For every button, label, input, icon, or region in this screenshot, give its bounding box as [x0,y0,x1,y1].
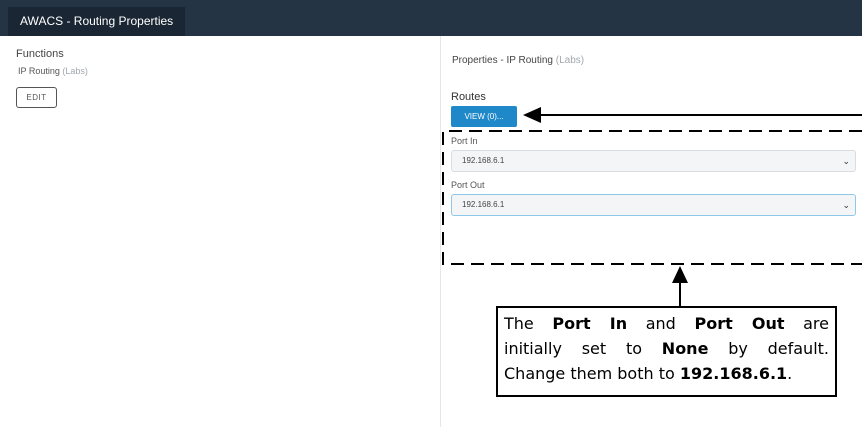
properties-title-tag: (Labs) [555,55,585,66]
port-out-value: 192.168.6.1 [462,200,505,209]
functions-panel: Functions IP Routing (Labs) EDIT [0,36,440,427]
annotation-line-3: Change them both to 192.168.6.1. [504,364,793,383]
properties-title-text: Properties - IP Routing [452,55,553,66]
arrow-icon [523,107,541,123]
function-item-name: IP Routing [18,66,60,76]
port-in-label: Port In [451,136,478,146]
chevron-down-icon: ⌄ [842,156,850,166]
chevron-down-icon: ⌄ [842,200,850,210]
edit-button[interactable]: EDIT [16,87,57,108]
functions-title: Functions [16,48,64,60]
routes-label: Routes [451,91,486,103]
function-item-tag: (Labs) [62,66,88,76]
port-in-select[interactable]: 192.168.6.1 ⌄ [451,150,856,172]
panel-divider [440,36,441,427]
annotation-line-1: The Port In and Port Out are [504,314,830,333]
window-tab[interactable]: AWACS - Routing Properties [8,7,186,36]
annotation-callout: The Port In and Port Out are initially s… [496,306,837,397]
arrow-icon [672,266,688,283]
properties-title: Properties - IP Routing (Labs) [452,55,584,66]
annotation-line-2: initially set to None by default. [504,339,830,358]
port-out-label: Port Out [451,180,485,190]
function-item-ip-routing[interactable]: IP Routing (Labs) [18,66,88,76]
view-routes-button[interactable]: VIEW (0)... [451,106,517,127]
port-out-select[interactable]: 192.168.6.1 ⌄ [451,194,856,216]
top-bar: AWACS - Routing Properties [0,0,862,36]
port-in-value: 192.168.6.1 [462,156,505,165]
